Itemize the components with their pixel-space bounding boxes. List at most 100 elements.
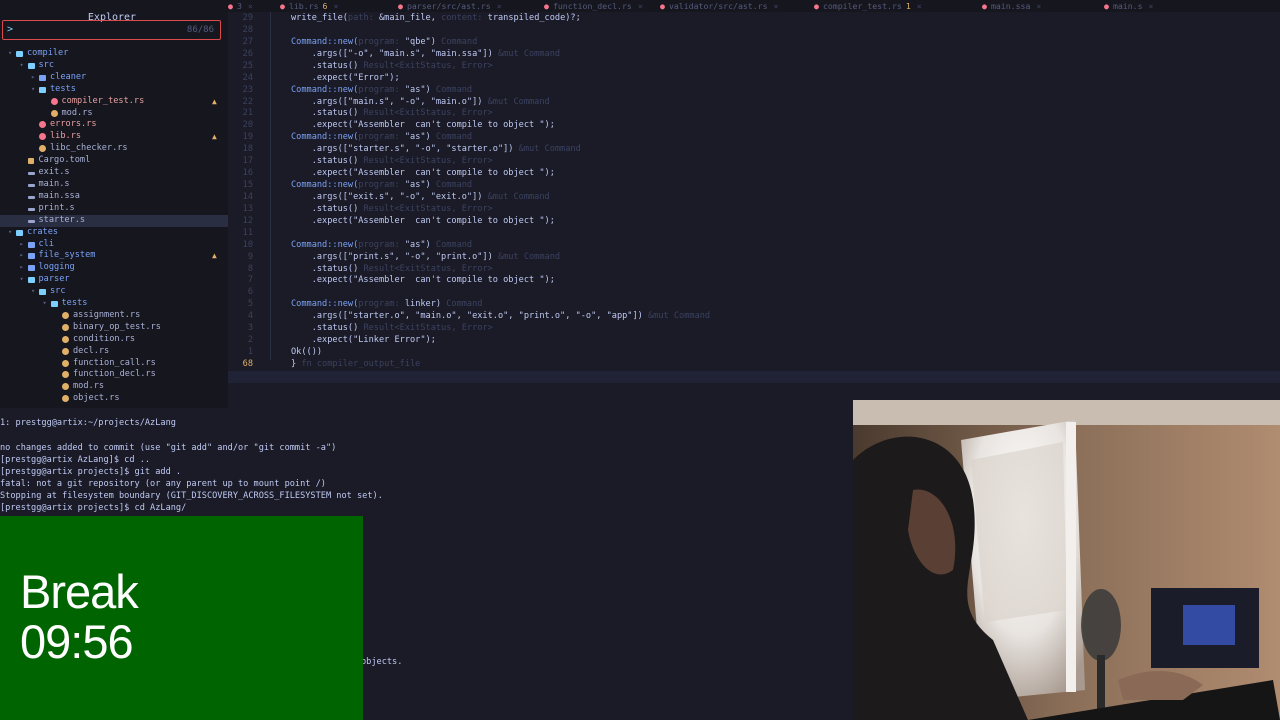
close-icon[interactable]: ×: [638, 1, 643, 11]
editor-tab[interactable]: ● validator/src/ast.rs ×: [660, 0, 778, 12]
tree-item[interactable]: binary_op_test.rs: [0, 322, 228, 334]
tree-item-label: cleaner: [50, 71, 87, 82]
code-line: 22 .args(["main.s", "-o", "main.o"]) &mu…: [228, 96, 1280, 108]
code-token: .expect("Error");: [291, 72, 400, 83]
tree-item[interactable]: ▸ cli: [0, 239, 228, 251]
tree-item[interactable]: compiler_test.rs ▲: [0, 96, 228, 108]
code-line: 9 .args(["print.s", "-o", "print.o"]) &m…: [228, 251, 1280, 263]
chevron-right-icon[interactable]: ▸: [20, 262, 24, 274]
tree-item[interactable]: ▸ file_system ▲: [0, 250, 228, 262]
close-icon[interactable]: ×: [248, 1, 253, 11]
inlay-hint: &mut Command: [642, 311, 711, 322]
fan: [1081, 589, 1121, 661]
editor-tab[interactable]: ● compiler_test.rs 1 ×: [814, 0, 922, 12]
tree-item[interactable]: ▸ logging: [0, 262, 228, 274]
tree-item[interactable]: ▾ compiler: [0, 48, 228, 60]
code-token: Command::new(: [291, 36, 359, 47]
editor-tab[interactable]: ● 3 ×: [228, 0, 253, 12]
code-token: .expect("Assembler can't compile to obje…: [291, 168, 555, 179]
tree-item[interactable]: function_call.rs: [0, 358, 228, 370]
tree-item[interactable]: errors.rs: [0, 119, 228, 131]
tree-item-label: compiler: [27, 48, 69, 58]
tree-item[interactable]: ▾ tests: [0, 84, 228, 96]
tree-item[interactable]: condition.rs: [0, 334, 228, 346]
tree-item-label: logging: [38, 262, 75, 273]
tree-item[interactable]: ▾ src: [0, 286, 228, 298]
code-line: 3 .status() Result<ExitStatus, Error>: [228, 322, 1280, 334]
tree-item[interactable]: starter.s: [0, 214, 228, 227]
code-text: .expect("Assembler can't compile to obje…: [291, 274, 555, 286]
explorer-search-input[interactable]: > 86/86: [2, 20, 221, 40]
code-line: 27 Command::new(program: "qbe") Command: [228, 36, 1280, 48]
close-icon[interactable]: ×: [1036, 1, 1041, 11]
inlay-hint: Command: [435, 36, 478, 47]
close-icon[interactable]: ×: [333, 1, 338, 11]
chevron-down-icon[interactable]: ▾: [8, 227, 12, 239]
file-icon: ●: [228, 1, 233, 11]
code-text: .expect("Assembler can't compile to obje…: [291, 119, 555, 131]
inlay-hint: program:: [358, 36, 405, 47]
line-number: 68: [242, 358, 253, 369]
tree-item[interactable]: main.s: [0, 179, 228, 191]
line-number: 26: [242, 48, 253, 59]
chevron-down-icon[interactable]: ▾: [20, 60, 24, 72]
editor-tab[interactable]: ● parser/src/ast.rs ×: [398, 0, 502, 12]
tree-item[interactable]: decl.rs: [0, 346, 228, 358]
close-icon[interactable]: ×: [774, 1, 779, 11]
code-text: .status() Result<ExitStatus, Error>: [291, 107, 493, 119]
folder-icon: [27, 253, 35, 260]
tree-item[interactable]: libc_checker.rs: [0, 143, 228, 155]
tree-item[interactable]: function_decl.rs: [0, 369, 228, 381]
tree-item[interactable]: ▸ cleaner: [0, 72, 228, 84]
chevron-right-icon[interactable]: ▸: [20, 239, 24, 251]
line-number: 24: [242, 72, 253, 83]
chevron-down-icon[interactable]: ▾: [8, 48, 12, 60]
tree-item[interactable]: ▾ src: [0, 60, 228, 72]
tree-item[interactable]: object.rs: [0, 393, 228, 405]
tree-item[interactable]: lib.rs ▲: [0, 131, 228, 143]
line-number: 23: [242, 84, 253, 95]
editor-tab[interactable]: ● main.ssa ×: [982, 0, 1041, 12]
line-number: 29: [242, 13, 253, 23]
tree-item[interactable]: assignment.rs: [0, 310, 228, 322]
file-icon: ●: [280, 1, 285, 11]
tree-item[interactable]: mod.rs: [0, 108, 228, 120]
close-icon[interactable]: ×: [1149, 1, 1154, 11]
code-token: "qbe"): [404, 36, 436, 47]
chevron-down-icon[interactable]: ▾: [43, 298, 47, 310]
code-text: write_file(path: &main_file, content: tr…: [291, 12, 581, 24]
tree-item[interactable]: Cargo.toml: [0, 155, 228, 167]
tree-item[interactable]: ▾ tests: [0, 298, 228, 310]
asm-file-icon: [27, 207, 35, 211]
code-text: Command::new(program: "as") Command: [291, 179, 472, 191]
tree-item[interactable]: exit.s: [0, 167, 228, 179]
editor-tab[interactable]: ● lib.rs 6 ×: [280, 0, 338, 12]
chevron-down-icon[interactable]: ▾: [31, 84, 35, 96]
chevron-right-icon[interactable]: ▸: [20, 250, 24, 262]
tree-item-label: mod.rs: [73, 381, 105, 392]
folder-icon: [27, 265, 35, 272]
inlay-hint: program:: [358, 239, 405, 250]
search-count: 86/86: [186, 25, 214, 35]
tree-item[interactable]: mod.rs: [0, 381, 228, 393]
tree-item[interactable]: ▾ crates: [0, 227, 228, 239]
tree-item[interactable]: print.s: [0, 203, 228, 215]
rust-file-icon: [62, 347, 69, 355]
chevron-right-icon[interactable]: ▸: [31, 72, 35, 84]
tree-item[interactable]: ▾ parser: [0, 274, 228, 286]
editor-tab[interactable]: ● main.s ×: [1104, 0, 1153, 12]
inlay-hint: &mut Command: [492, 48, 561, 59]
line-number: 7: [247, 275, 253, 286]
file-tree: ▾ compiler ▾ src ▸ cleaner ▾ tests compiler_test…: [0, 48, 228, 405]
tree-item[interactable]: main.ssa: [0, 191, 228, 203]
close-icon[interactable]: ×: [917, 1, 922, 11]
inlay-hint: &mut Command: [482, 96, 550, 107]
file-explorer: Explorer > 86/86 ▾ compiler ▾ src ▸ cleaner ▾ t…: [0, 0, 228, 408]
tree-item-label: exit.s: [38, 167, 70, 178]
editor-tab[interactable]: ● function_decl.rs ×: [544, 0, 643, 12]
chevron-down-icon[interactable]: ▾: [31, 286, 35, 298]
chevron-down-icon[interactable]: ▾: [20, 274, 24, 286]
close-icon[interactable]: ×: [497, 1, 502, 11]
code-editor[interactable]: 29 write_file(path: &main_file, content: …: [228, 12, 1280, 408]
code-token: write_file(: [291, 13, 348, 23]
